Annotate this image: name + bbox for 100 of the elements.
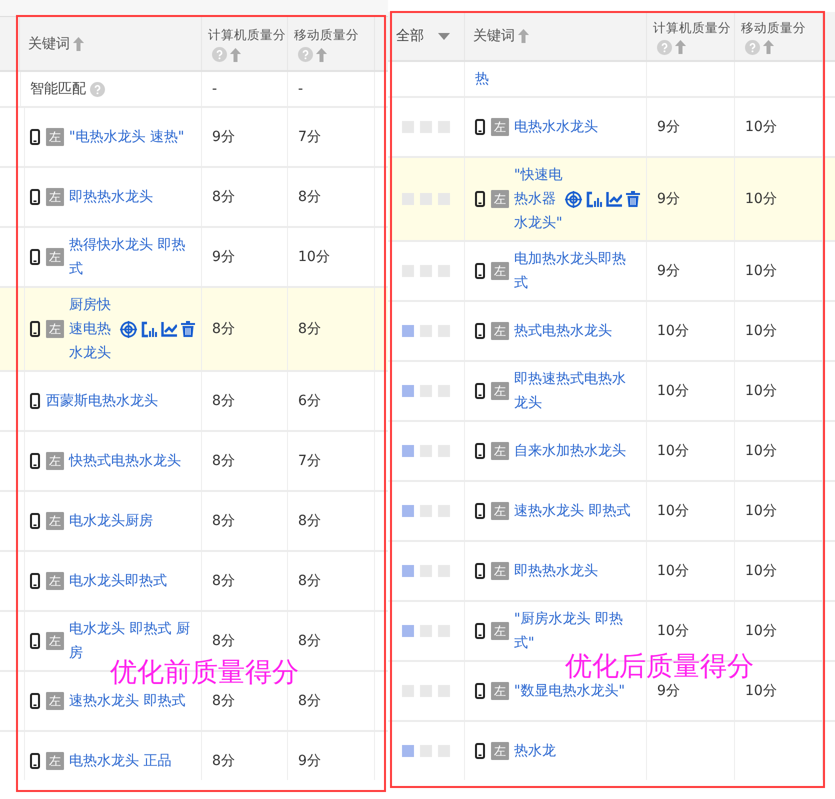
keyword-link[interactable]: 电热水龙头 正品 bbox=[69, 749, 193, 773]
match-badge: 左 bbox=[491, 742, 509, 760]
sort-arrow-icon[interactable] bbox=[230, 48, 241, 62]
sort-arrow-icon[interactable] bbox=[675, 40, 686, 54]
sort-arrow-icon[interactable] bbox=[763, 40, 774, 54]
trash-icon[interactable] bbox=[626, 191, 640, 207]
phone-icon bbox=[30, 129, 40, 145]
match-badge: 左 bbox=[491, 562, 509, 580]
help-icon[interactable] bbox=[90, 82, 105, 96]
keyword-link[interactable]: 速热水龙头 即热式 bbox=[69, 689, 193, 713]
keyword-link[interactable]: "快速电热水器水龙头" bbox=[514, 163, 563, 235]
table-cell-text: 8分 bbox=[212, 692, 235, 711]
keyword-link[interactable]: 电热水水龙头 bbox=[514, 115, 638, 139]
column-header: 计算机质量分 bbox=[653, 18, 731, 36]
match-label: 智能匹配 bbox=[30, 80, 86, 99]
table-cell-text: 10分 bbox=[745, 322, 777, 341]
table-cell-text: 10分 bbox=[745, 562, 777, 581]
keyword-link[interactable]: 西蒙斯电热水龙头 bbox=[46, 389, 170, 413]
column-header: 移动质量分 bbox=[741, 18, 806, 36]
keyword-link[interactable]: 厨房快速电热水龙头 bbox=[69, 293, 118, 365]
phone-icon bbox=[30, 453, 40, 469]
table-cell-text: 6分 bbox=[298, 392, 321, 411]
table-cell-text: 8分 bbox=[298, 320, 321, 339]
phone-icon bbox=[30, 573, 40, 589]
table-cell-text: 8分 bbox=[212, 752, 235, 771]
match-badge: 左 bbox=[491, 190, 509, 208]
phone-icon bbox=[475, 503, 485, 519]
table-cell-text: 10分 bbox=[745, 622, 777, 641]
table-cell-text: 10分 bbox=[745, 682, 777, 701]
table-cell-text: 10分 bbox=[657, 622, 689, 641]
match-badge: 左 bbox=[46, 512, 64, 530]
target-icon[interactable] bbox=[565, 190, 582, 208]
table-cell-text: 9分 bbox=[657, 190, 680, 209]
keyword-link[interactable]: 电水龙头即热式 bbox=[69, 569, 193, 593]
phone-icon bbox=[30, 393, 40, 409]
table-cell-text: 10分 bbox=[745, 118, 777, 137]
keyword-link[interactable]: "电热水龙头 速热" bbox=[69, 125, 193, 149]
match-badge: 左 bbox=[491, 682, 509, 700]
keyword-link[interactable]: 快热式电热水龙头 bbox=[69, 449, 193, 473]
table-cell-text: 10分 bbox=[745, 442, 777, 461]
phone-icon bbox=[475, 563, 485, 579]
keyword-link[interactable]: 速热水龙头 即热式 bbox=[514, 499, 638, 523]
table-cell-text: 10分 bbox=[657, 442, 689, 461]
keyword-link[interactable]: 热式电热水龙头 bbox=[514, 319, 638, 343]
match-badge: 左 bbox=[46, 632, 64, 650]
phone-icon bbox=[475, 191, 485, 207]
keyword-link[interactable]: 电水龙头厨房 bbox=[69, 509, 193, 533]
match-badge: 左 bbox=[46, 572, 64, 590]
match-badge: 左 bbox=[491, 442, 509, 460]
keyword-link[interactable]: 即热速热式电热水龙头 bbox=[514, 367, 638, 415]
table-cell-text: 8分 bbox=[298, 572, 321, 591]
help-icon[interactable] bbox=[745, 40, 760, 54]
phone-icon bbox=[30, 633, 40, 649]
annotation-text: 优化前质量得分 bbox=[110, 657, 299, 687]
table-cell-text: 8分 bbox=[298, 512, 321, 531]
keyword-link[interactable]: 热得快水龙头 即热式 bbox=[69, 233, 193, 281]
match-badge: 左 bbox=[46, 752, 64, 770]
keyword-link[interactable]: 电加热水龙头即热式 bbox=[514, 247, 638, 295]
filter-dropdown[interactable]: 全部 bbox=[396, 27, 450, 45]
table-cell-text: - bbox=[212, 80, 218, 99]
table-cell-text: 10分 bbox=[298, 248, 330, 267]
match-badge: 左 bbox=[46, 188, 64, 206]
keyword-link[interactable]: 即热热水龙头 bbox=[69, 185, 193, 209]
match-badge: 左 bbox=[46, 248, 64, 266]
phone-icon bbox=[475, 119, 485, 135]
table-cell-text: 8分 bbox=[212, 512, 235, 531]
line-chart-icon[interactable] bbox=[606, 192, 622, 206]
phone-icon bbox=[475, 743, 485, 759]
help-icon[interactable] bbox=[298, 47, 313, 62]
keyword-link[interactable]: "数显电热水龙头" bbox=[514, 679, 638, 703]
help-icon[interactable] bbox=[212, 47, 227, 62]
sort-arrow-icon[interactable] bbox=[316, 48, 327, 62]
phone-icon bbox=[30, 753, 40, 769]
trash-icon[interactable] bbox=[181, 321, 195, 337]
keyword-link[interactable]: 热水龙 bbox=[514, 739, 638, 763]
table-cell-text: - bbox=[298, 80, 304, 99]
keyword-link[interactable]: 即热热水龙头 bbox=[514, 559, 638, 583]
sort-arrow-icon[interactable] bbox=[518, 29, 529, 43]
target-icon[interactable] bbox=[120, 320, 137, 338]
help-icon[interactable] bbox=[657, 40, 672, 54]
table-cell-text: 9分 bbox=[657, 682, 680, 701]
line-chart-icon[interactable] bbox=[161, 322, 177, 336]
phone-icon bbox=[475, 623, 485, 639]
keyword-link[interactable]: 热 bbox=[475, 67, 599, 91]
table-cell-text: 10分 bbox=[657, 382, 689, 401]
bar-chart-icon[interactable] bbox=[586, 190, 602, 208]
table-cell-text: 9分 bbox=[657, 262, 680, 281]
phone-icon bbox=[475, 443, 485, 459]
table-cell-text: 9分 bbox=[657, 118, 680, 137]
table-cell-text: 8分 bbox=[212, 188, 235, 207]
match-badge: 左 bbox=[491, 502, 509, 520]
phone-icon bbox=[475, 383, 485, 399]
sort-arrow-icon[interactable] bbox=[73, 36, 84, 50]
column-header: 关键词 bbox=[473, 27, 515, 46]
caret-icon bbox=[438, 32, 450, 40]
table-cell-text: 10分 bbox=[745, 190, 777, 209]
table-cell-text: 8分 bbox=[298, 632, 321, 651]
bar-chart-icon[interactable] bbox=[141, 320, 157, 338]
keyword-link[interactable]: 自来水加热水龙头 bbox=[514, 439, 638, 463]
table-cell-text: 8分 bbox=[212, 320, 235, 339]
